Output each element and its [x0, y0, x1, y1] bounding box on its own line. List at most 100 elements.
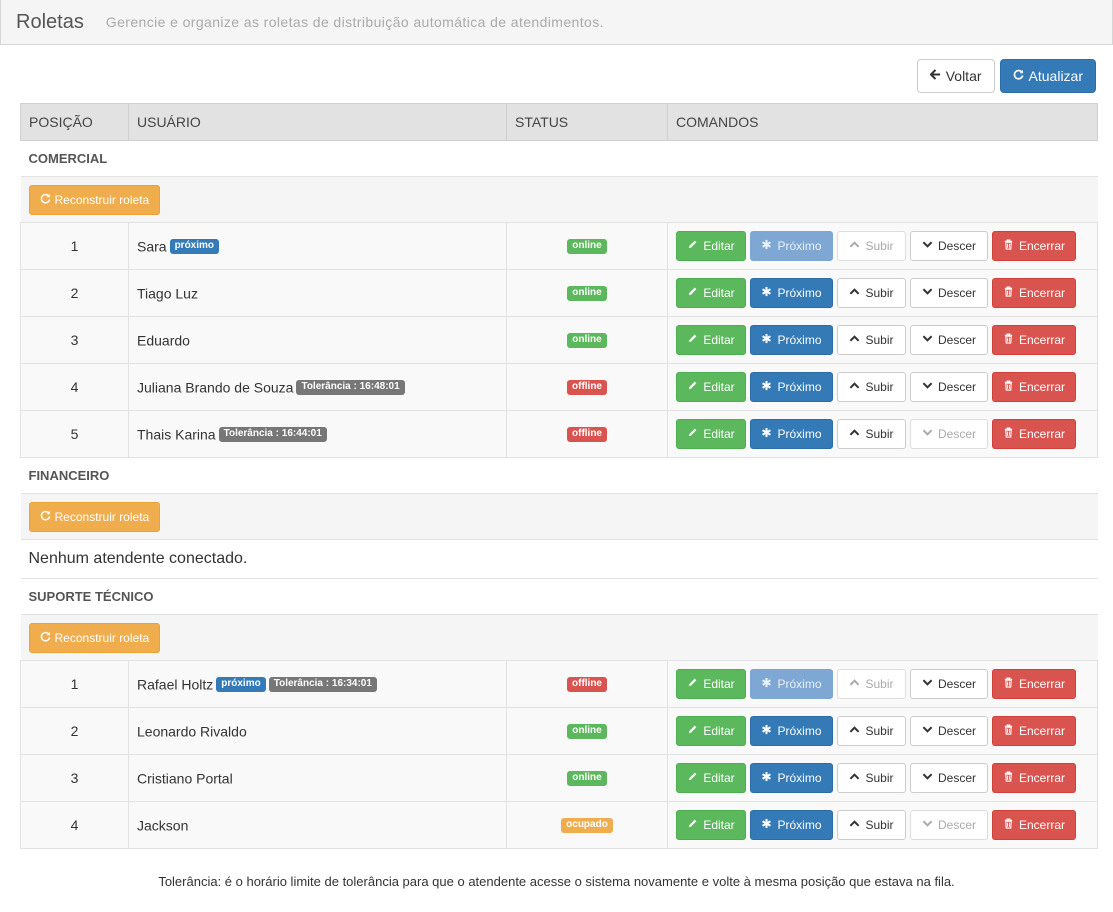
end-session-button[interactable]: Encerrar [992, 763, 1076, 793]
user-cell: Tiago Luz [128, 269, 507, 317]
end-session-button[interactable]: Encerrar [992, 419, 1076, 449]
next-button-label: Próximo [777, 818, 822, 832]
position-cell: 2 [20, 269, 129, 317]
move-down-button-label: Descer [937, 380, 976, 394]
next-button[interactable]: Próximo [750, 669, 833, 699]
asterisk-icon [761, 771, 772, 785]
end-session-button[interactable]: Encerrar [992, 810, 1076, 840]
move-up-button[interactable]: Subir [837, 278, 906, 308]
move-down-button-label: Descer [937, 771, 976, 785]
end-session-button[interactable]: Encerrar [992, 231, 1076, 261]
end-session-button[interactable]: Encerrar [992, 325, 1076, 355]
empty-row: Nenhum atendente conectado. [20, 539, 1098, 579]
move-down-button[interactable]: Descer [910, 810, 988, 840]
move-up-button[interactable]: Subir [837, 810, 906, 840]
user-cell: Sara próximo [128, 222, 507, 270]
asterisk-icon [761, 427, 772, 441]
position-cell: 1 [20, 660, 129, 708]
commands-cell: Editar Próximo Subir Descer Encerrar [667, 660, 1098, 708]
roulette-table: POSIÇÃO USUÁRIO STATUS COMANDOS COMERCIA… [20, 103, 1098, 849]
edit-button-label: Editar [703, 333, 735, 347]
edit-button[interactable]: Editar [676, 419, 746, 449]
move-down-button[interactable]: Descer [910, 419, 988, 449]
back-button[interactable]: Voltar [916, 59, 995, 93]
move-down-button[interactable]: Descer [910, 716, 988, 746]
next-button[interactable]: Próximo [750, 231, 833, 261]
table-row: 3 Eduardo online Editar Próximo Subir Descer En… [20, 316, 1098, 364]
user-name: Jackson [137, 817, 189, 834]
next-button[interactable]: Próximo [750, 419, 833, 449]
move-up-button[interactable]: Subir [837, 763, 906, 793]
end-session-button-label: Encerrar [1018, 427, 1065, 441]
edit-button[interactable]: Editar [676, 325, 746, 355]
move-down-button[interactable]: Descer [910, 231, 988, 261]
user-cell: Eduardo [128, 316, 507, 364]
table-row: 5 Thais Karina Tolerância : 16:44:01 offlin… [20, 410, 1098, 458]
refresh-icon [40, 631, 51, 645]
next-button[interactable]: Próximo [750, 325, 833, 355]
move-up-button[interactable]: Subir [837, 325, 906, 355]
user-name: Tiago Luz [137, 285, 198, 302]
chevron-up-icon [849, 818, 860, 832]
edit-button[interactable]: Editar [676, 810, 746, 840]
group-name: FINANCEIRO [20, 457, 1098, 494]
edit-button[interactable]: Editar [676, 372, 746, 402]
trash-icon [1003, 677, 1014, 691]
commands-cell: Editar Próximo Subir Descer Encerrar [667, 707, 1098, 755]
status-badge: online [567, 286, 607, 302]
trash-icon [1003, 380, 1014, 394]
rebuild-roulette-button[interactable]: Reconstruir roleta [28, 622, 161, 653]
user-name: Eduardo [137, 332, 190, 349]
end-session-button[interactable]: Encerrar [992, 372, 1076, 402]
position-cell: 5 [20, 410, 129, 458]
move-up-button[interactable]: Subir [837, 231, 906, 261]
rebuild-roulette-button[interactable]: Reconstruir roleta [28, 501, 161, 532]
next-button[interactable]: Próximo [750, 810, 833, 840]
table-header: POSIÇÃO USUÁRIO STATUS COMANDOS [20, 103, 1098, 141]
move-up-button[interactable]: Subir [837, 716, 906, 746]
edit-button[interactable]: Editar [676, 669, 746, 699]
end-session-button[interactable]: Encerrar [992, 278, 1076, 308]
move-up-button[interactable]: Subir [837, 419, 906, 449]
refresh-icon [1013, 69, 1024, 83]
asterisk-icon [761, 724, 772, 738]
column-header: COMANDOS [667, 103, 1098, 141]
page-subtitle: Gerencie e organize as roletas de distri… [105, 14, 604, 30]
status-cell: online [506, 222, 668, 270]
edit-button-label: Editar [703, 818, 735, 832]
move-up-button-label: Subir [865, 724, 894, 738]
end-session-button[interactable]: Encerrar [992, 716, 1076, 746]
tolerance-badge: Tolerância : 16:48:01 [296, 380, 405, 396]
next-button[interactable]: Próximo [750, 278, 833, 308]
edit-button[interactable]: Editar [676, 278, 746, 308]
status-badge: online [567, 724, 607, 740]
refresh-button[interactable]: Atualizar [999, 59, 1096, 93]
move-down-button[interactable]: Descer [910, 669, 988, 699]
move-down-button-label: Descer [937, 724, 976, 738]
end-session-button[interactable]: Encerrar [992, 669, 1076, 699]
edit-button[interactable]: Editar [676, 231, 746, 261]
chevron-down-icon [922, 239, 933, 253]
page-header: Roletas Gerencie e organize as roletas d… [0, 0, 1113, 45]
edit-button[interactable]: Editar [676, 716, 746, 746]
position-cell: 4 [20, 363, 129, 411]
rebuild-roulette-label: Reconstruir roleta [54, 509, 150, 524]
move-up-button[interactable]: Subir [837, 669, 906, 699]
chevron-down-icon [922, 724, 933, 738]
edit-button[interactable]: Editar [676, 763, 746, 793]
move-down-button[interactable]: Descer [910, 372, 988, 402]
refresh-icon [40, 510, 51, 524]
rebuild-roulette-button[interactable]: Reconstruir roleta [28, 184, 161, 215]
chevron-down-icon [922, 427, 933, 441]
next-button[interactable]: Próximo [750, 716, 833, 746]
next-button[interactable]: Próximo [750, 372, 833, 402]
move-up-button[interactable]: Subir [837, 372, 906, 402]
move-down-button[interactable]: Descer [910, 325, 988, 355]
status-badge: offline [567, 677, 607, 693]
user-cell: Cristiano Portal [128, 754, 507, 802]
move-down-button[interactable]: Descer [910, 278, 988, 308]
move-down-button[interactable]: Descer [910, 763, 988, 793]
next-button[interactable]: Próximo [750, 763, 833, 793]
move-up-button-label: Subir [865, 427, 894, 441]
tolerance-footnote: Tolerância: é o horário limite de tolerâ… [158, 874, 955, 889]
